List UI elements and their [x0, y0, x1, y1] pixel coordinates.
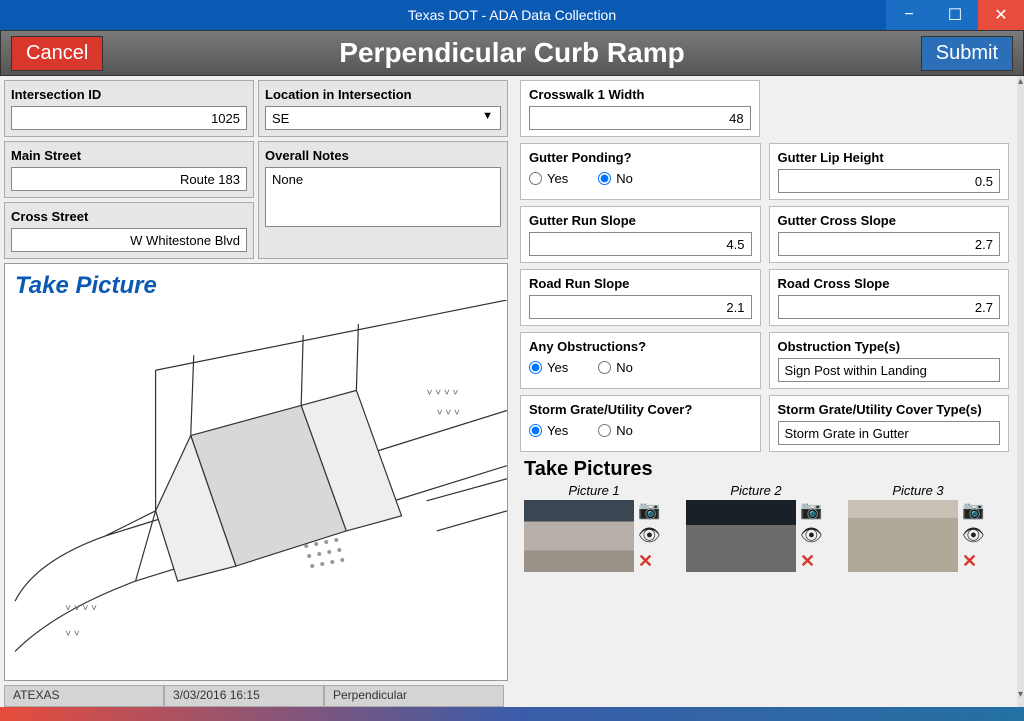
svg-text:˅ ˅ ˅ ˅: ˅ ˅ ˅ ˅ [65, 603, 97, 614]
gutter-cross-slope-block: Gutter Cross Slope [769, 206, 1010, 263]
gutter-ponding-label: Gutter Ponding? [529, 150, 752, 165]
storm-grate-types-input[interactable] [778, 421, 1001, 445]
any-obstructions-yes[interactable]: Yes [529, 360, 568, 375]
main-street-label: Main Street [11, 148, 247, 163]
eye-icon[interactable]: 👁 [638, 525, 661, 546]
delete-icon[interactable]: ✕ [962, 551, 985, 572]
road-run-slope-input[interactable] [529, 295, 752, 319]
intersection-id-block: Intersection ID [4, 80, 254, 137]
take-pictures-title: Take Pictures [520, 458, 1009, 481]
app-header: Cancel Perpendicular Curb Ramp Submit [0, 30, 1024, 76]
obstruction-types-input[interactable] [778, 358, 1001, 382]
any-obstructions-block: Any Obstructions? Yes No [520, 332, 761, 389]
ramp-diagram-icon: ˅ ˅ ˅ ˅ ˅ ˅ ˅ ˅ ˅ ˅ ˅ ˅ ˅ [5, 300, 507, 671]
camera-icon[interactable]: 📷 [962, 500, 985, 521]
eye-icon[interactable]: 👁 [962, 525, 985, 546]
ramp-diagram-area[interactable]: Take Picture [4, 263, 508, 681]
picture-2-caption: Picture 2 [686, 483, 826, 498]
svg-text:˅ ˅ ˅ ˅: ˅ ˅ ˅ ˅ [427, 387, 459, 398]
crosswalk1-width-input[interactable] [529, 106, 751, 130]
delete-icon[interactable]: ✕ [800, 551, 823, 572]
road-cross-slope-block: Road Cross Slope [769, 269, 1010, 326]
picture-1-thumb[interactable] [524, 500, 634, 572]
status-user: ATEXAS [4, 685, 164, 707]
picture-1-item: Picture 1 📷 👁 ✕ [524, 483, 664, 572]
gutter-run-slope-input[interactable] [529, 232, 752, 256]
overall-notes-block: Overall Notes None [258, 141, 508, 259]
window-titlebar: Texas DOT - ADA Data Collection − ☐ ✕ [0, 0, 1024, 30]
gutter-cross-slope-label: Gutter Cross Slope [778, 213, 1001, 228]
delete-icon[interactable]: ✕ [638, 551, 661, 572]
storm-grate-yes[interactable]: Yes [529, 423, 568, 438]
main-street-block: Main Street [4, 141, 254, 198]
take-pictures-section: Take Pictures Picture 1 📷 👁 ✕ Picture 2 [520, 458, 1009, 572]
close-button[interactable]: ✕ [978, 0, 1024, 30]
main-street-input[interactable] [11, 167, 247, 191]
minimize-button[interactable]: − [886, 0, 932, 30]
storm-grate-types-label: Storm Grate/Utility Cover Type(s) [778, 402, 1001, 417]
road-cross-slope-input[interactable] [778, 295, 1001, 319]
maximize-button[interactable]: ☐ [932, 0, 978, 30]
any-obstructions-no[interactable]: No [598, 360, 633, 375]
camera-icon[interactable]: 📷 [800, 500, 823, 521]
gutter-run-slope-block: Gutter Run Slope [520, 206, 761, 263]
storm-grate-label: Storm Grate/Utility Cover? [529, 402, 752, 417]
storm-grate-no[interactable]: No [598, 423, 633, 438]
gutter-ponding-no[interactable]: No [598, 171, 633, 186]
gutter-ponding-block: Gutter Ponding? Yes No [520, 143, 761, 200]
status-type: Perpendicular [324, 685, 504, 707]
picture-1-caption: Picture 1 [524, 483, 664, 498]
crosswalk1-width-label: Crosswalk 1 Width [529, 87, 751, 102]
camera-icon[interactable]: 📷 [638, 500, 661, 521]
picture-3-item: Picture 3 📷 👁 ✕ [848, 483, 988, 572]
obstruction-types-block: Obstruction Type(s) [769, 332, 1010, 389]
intersection-id-input[interactable] [11, 106, 247, 130]
cross-street-input[interactable] [11, 228, 247, 252]
statusbar: ATEXAS 3/03/2016 16:15 Perpendicular [4, 685, 508, 707]
window-title: Texas DOT - ADA Data Collection [408, 7, 616, 23]
road-run-slope-label: Road Run Slope [529, 276, 752, 291]
any-obstructions-label: Any Obstructions? [529, 339, 752, 354]
road-run-slope-block: Road Run Slope [520, 269, 761, 326]
scrollbar[interactable]: ▴ ▾ [1017, 76, 1024, 707]
overall-notes-input[interactable]: None [265, 167, 501, 227]
location-label: Location in Intersection [265, 87, 501, 102]
picture-2-thumb[interactable] [686, 500, 796, 572]
gutter-run-slope-label: Gutter Run Slope [529, 213, 752, 228]
cancel-button[interactable]: Cancel [11, 36, 103, 71]
cross-street-label: Cross Street [11, 209, 247, 224]
location-select[interactable] [265, 106, 501, 130]
gutter-lip-height-label: Gutter Lip Height [778, 150, 1001, 165]
picture-3-caption: Picture 3 [848, 483, 988, 498]
page-title: Perpendicular Curb Ramp [339, 37, 684, 69]
gutter-ponding-yes[interactable]: Yes [529, 171, 568, 186]
gutter-cross-slope-input[interactable] [778, 232, 1001, 256]
crosswalk1-width-block: Crosswalk 1 Width [520, 80, 760, 137]
cross-street-block: Cross Street [4, 202, 254, 259]
obstruction-types-label: Obstruction Type(s) [778, 339, 1001, 354]
gutter-lip-height-block: Gutter Lip Height [769, 143, 1010, 200]
storm-grate-block: Storm Grate/Utility Cover? Yes No [520, 395, 761, 452]
intersection-id-label: Intersection ID [11, 87, 247, 102]
take-picture-label: Take Picture [5, 264, 507, 302]
storm-grate-types-block: Storm Grate/Utility Cover Type(s) [769, 395, 1010, 452]
location-block: Location in Intersection [258, 80, 508, 137]
submit-button[interactable]: Submit [921, 36, 1013, 71]
gutter-lip-height-input[interactable] [778, 169, 1001, 193]
eye-icon[interactable]: 👁 [800, 525, 823, 546]
overall-notes-label: Overall Notes [265, 148, 501, 163]
svg-text:˅ ˅ ˅: ˅ ˅ ˅ [437, 407, 460, 418]
status-datetime: 3/03/2016 16:15 [164, 685, 324, 707]
road-cross-slope-label: Road Cross Slope [778, 276, 1001, 291]
picture-2-item: Picture 2 📷 👁 ✕ [686, 483, 826, 572]
picture-3-thumb[interactable] [848, 500, 958, 572]
svg-text:˅ ˅: ˅ ˅ [65, 628, 80, 639]
